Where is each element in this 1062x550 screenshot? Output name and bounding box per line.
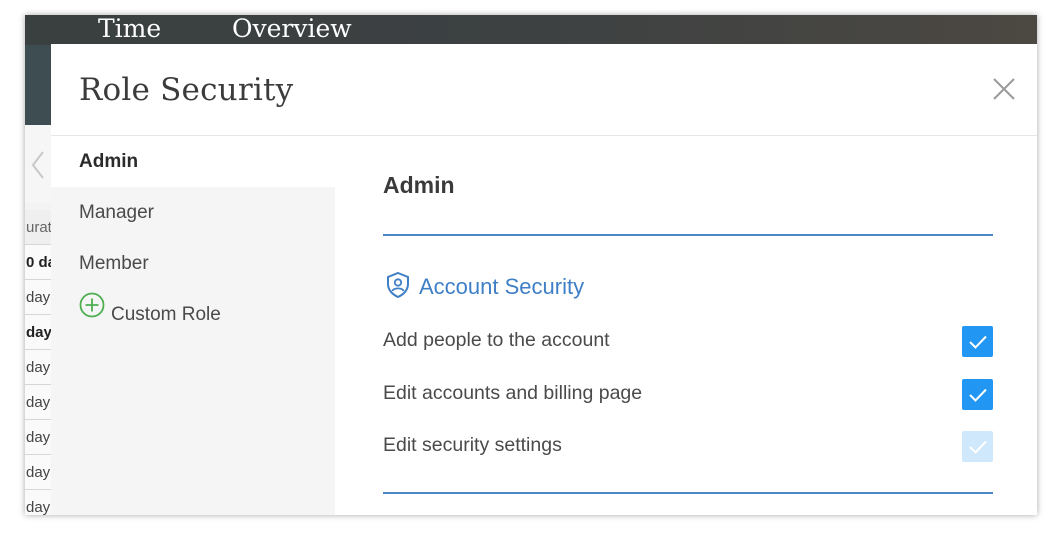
section-title: Admin [383, 172, 455, 198]
background-table-column: urat0 dadaydaydaydaydaydayday [25, 210, 51, 515]
table-cell: day [25, 455, 51, 490]
role-item-member[interactable]: Member [51, 238, 335, 289]
permission-label: Edit accounts and billing page [383, 382, 643, 404]
close-icon[interactable] [991, 76, 1017, 102]
role-item-manager[interactable]: Manager [51, 187, 335, 238]
modal-title: Role Security [79, 72, 294, 108]
table-cell: day [25, 420, 51, 455]
table-cell: day [25, 280, 51, 315]
permission-row: Edit accounts and billing page [383, 379, 993, 413]
table-cell: urat [25, 210, 51, 245]
table-cell: day [25, 315, 51, 350]
section-divider [383, 234, 993, 236]
plus-circle-icon [79, 287, 105, 338]
shield-user-icon [385, 271, 411, 304]
nav-item-partial[interactable]: . [25, 15, 27, 43]
section-divider [383, 492, 993, 494]
permission-row: Edit security settings [383, 431, 993, 465]
table-cell: day [25, 385, 51, 420]
custom-role-label: Custom Role [111, 304, 221, 325]
role-item-label: Admin [79, 151, 139, 172]
table-cell: day [25, 350, 51, 385]
table-cell: day [25, 490, 51, 515]
nav-item-overview[interactable]: Overview [232, 15, 352, 43]
role-item-admin[interactable]: Admin [51, 136, 335, 187]
role-item-label: Manager [79, 202, 154, 223]
permission-row: Add people to the account [383, 326, 993, 360]
check-icon [968, 440, 987, 454]
permission-checkbox[interactable] [962, 326, 993, 357]
role-list: Admin Manager Member Custom Role [51, 136, 335, 515]
check-icon [968, 388, 987, 402]
table-cell: 0 da [25, 245, 51, 280]
nav-item-time[interactable]: Time [98, 15, 161, 43]
permission-checkbox-disabled[interactable] [962, 431, 993, 462]
add-custom-role-button[interactable]: Custom Role [51, 289, 335, 340]
permission-checkbox[interactable] [962, 379, 993, 410]
role-item-label: Member [79, 253, 149, 274]
permission-label: Edit security settings [383, 434, 562, 456]
role-security-modal: Role Security Admin Manager Member Custo… [51, 44, 1037, 515]
check-icon [968, 335, 987, 349]
permission-label: Add people to the account [383, 329, 610, 351]
permission-group-header: Account Security [385, 271, 585, 304]
diamond-icon[interactable] [31, 151, 51, 179]
permission-group-label: Account Security [419, 274, 585, 299]
